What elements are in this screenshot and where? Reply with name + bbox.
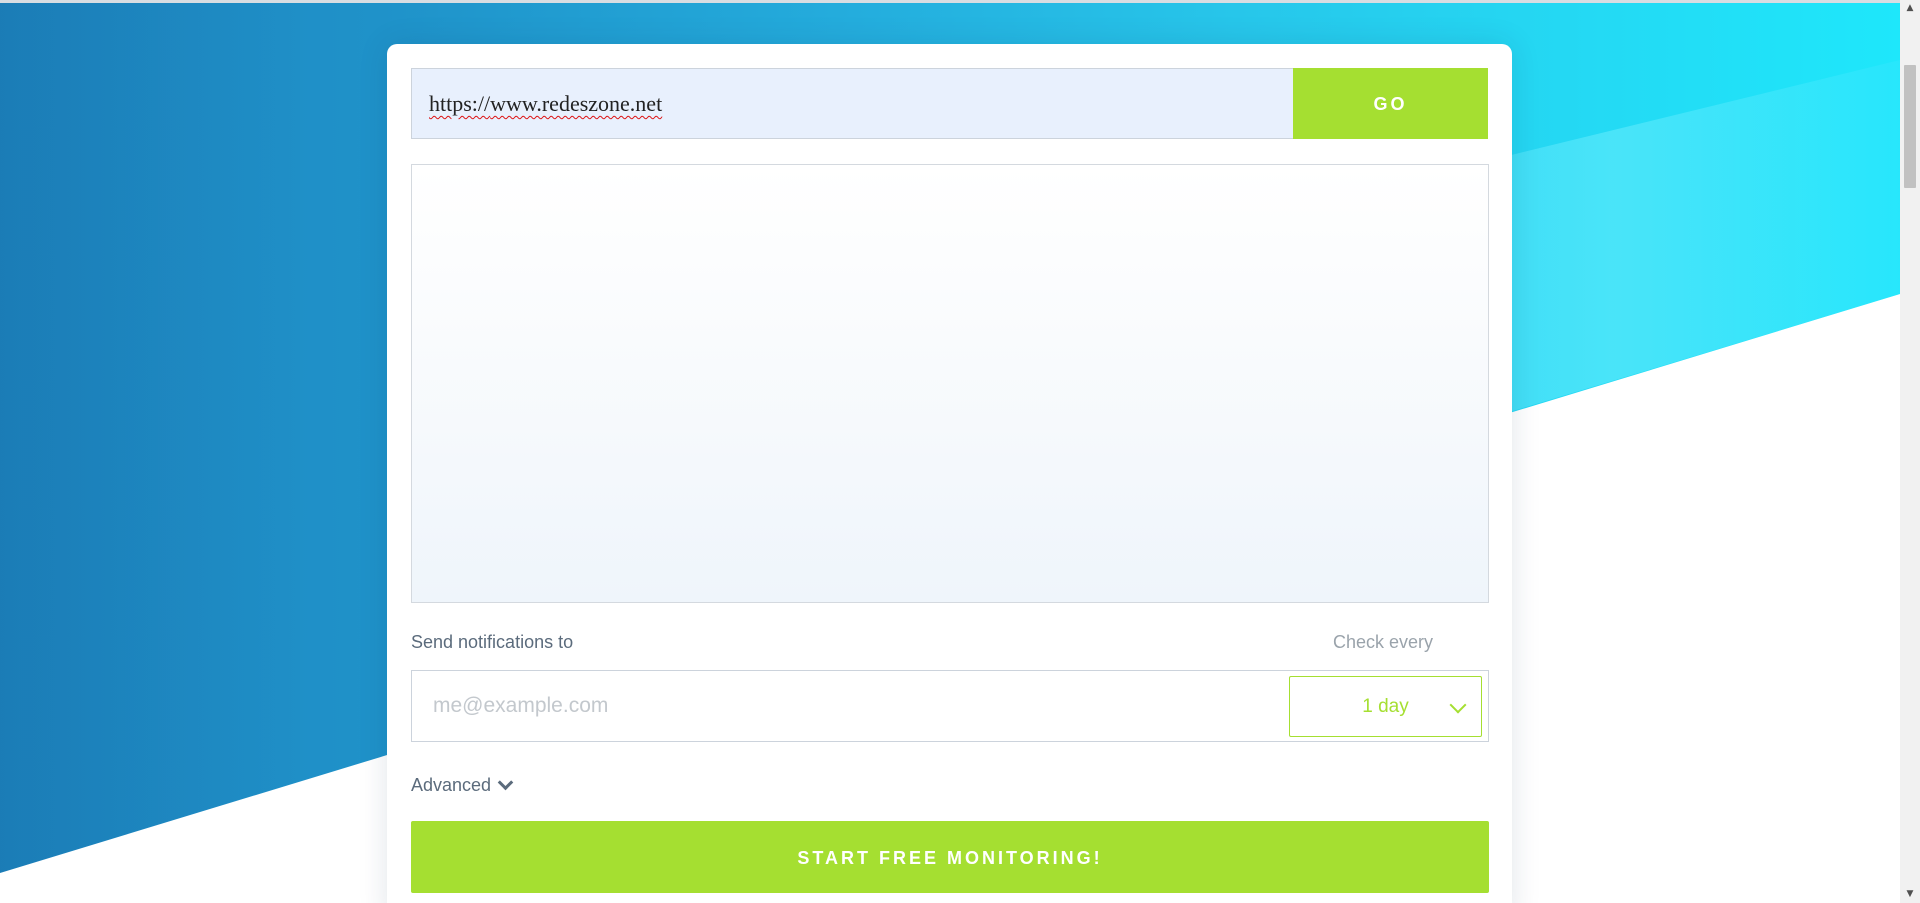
check-every-label: Check every — [1333, 632, 1434, 652]
url-value-main: www.redeszone.net — [490, 91, 663, 116]
send-notifications-label: Send notifications to — [411, 632, 574, 652]
scroll-thumb[interactable] — [1904, 65, 1916, 188]
scroll-up-arrow-icon[interactable]: ▲ — [1900, 0, 1920, 17]
top-border — [0, 0, 1900, 3]
email-field[interactable] — [412, 671, 1303, 741]
advanced-label: Advanced — [411, 774, 492, 795]
url-value-prefix: https:// — [429, 91, 491, 116]
page-preview-area[interactable] — [411, 164, 1489, 603]
scroll-down-arrow-icon[interactable]: ▼ — [1900, 886, 1920, 903]
check-interval-select[interactable]: 1 day — [1289, 676, 1482, 737]
notification-row: 1 day — [411, 670, 1489, 742]
left-shade-shape — [0, 3, 310, 873]
url-value: https://www.redeszone.net — [429, 69, 662, 138]
go-button[interactable]: GO — [1293, 68, 1488, 139]
url-row: https://www.redeszone.net GO — [411, 68, 1489, 139]
monitor-form-card: https://www.redeszone.net GO Send notifi… — [387, 44, 1512, 903]
advanced-toggle[interactable]: Advanced — [411, 773, 514, 797]
url-input[interactable]: https://www.redeszone.net — [411, 68, 1293, 139]
start-monitoring-button[interactable]: START FREE MONITORING! — [411, 821, 1489, 893]
chevron-down-icon — [497, 774, 514, 791]
vertical-scrollbar[interactable]: ▲ ▼ — [1900, 0, 1920, 903]
